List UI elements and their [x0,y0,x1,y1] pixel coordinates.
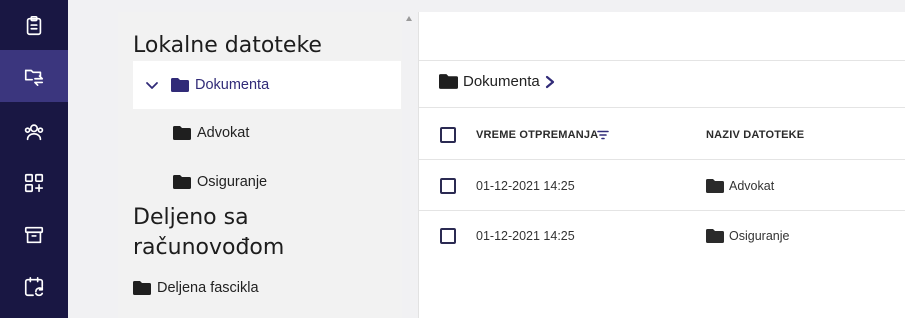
local-files-heading: Lokalne datoteke [133,33,322,58]
row-date: 01-12-2021 14:25 [476,229,575,243]
nav-item-archive[interactable] [0,209,68,261]
file-transfer-icon [24,69,44,86]
shared-heading-line1: Deljeno sa [133,205,249,230]
select-all-checkbox[interactable] [440,127,456,143]
tree-item-label: Dokumenta [195,77,270,93]
table-row[interactable]: 01-12-2021 14:25 Advokat [419,161,905,211]
nav-rail [0,0,68,318]
row-date: 01-12-2021 14:25 [476,179,575,193]
row-checkbox[interactable] [440,228,456,244]
tree-item-label: Osiguranje [197,174,268,190]
chevron-down-icon[interactable] [145,78,159,92]
chevron-right-icon [545,75,554,88]
row-name-label: Osiguranje [729,229,790,243]
column-header-name[interactable]: NAZIV DATOTEKE [706,129,804,141]
tree-item-label: Advokat [197,125,250,141]
breadcrumb-item[interactable]: Dokumenta [463,73,540,90]
tree-item-osiguranje[interactable]: Osiguranje [133,158,401,206]
breadcrumb: Dokumenta [439,73,555,90]
nav-item-file-transfer[interactable] [0,50,68,102]
file-list-panel: Dokumenta VREME OTPREMANJA NAZIV DATOTEK… [418,12,905,318]
tree-item-dokumenta[interactable]: Dokumenta [133,61,401,109]
clipboard-icon [26,16,42,36]
sort-icon[interactable] [597,130,609,140]
folder-tree-panel: Lokalne datoteke Dokumenta Advokat Osigu… [118,12,402,318]
column-header-date[interactable]: VREME OTPREMANJA [476,129,598,141]
shared-heading-line2: računovođom [133,235,285,260]
table-header-row: VREME OTPREMANJA NAZIV DATOTEKE [419,110,905,160]
users-icon [24,124,44,141]
folder-icon [706,179,724,193]
folder-icon [133,281,151,295]
nav-item-clipboard[interactable] [0,0,68,52]
folder-icon [173,126,191,140]
row-name[interactable]: Osiguranje [706,229,789,243]
folder-icon [171,78,189,92]
divider [419,107,905,108]
nav-item-calendar-sync[interactable] [0,261,68,313]
archive-icon [24,226,44,244]
scroll-up-arrow-icon[interactable] [406,16,412,21]
tree-scrollbar[interactable] [403,12,415,318]
tree-item-label: Deljena fascikla [157,280,259,296]
tree-item-advokat[interactable]: Advokat [133,109,401,157]
row-name[interactable]: Advokat [706,179,774,193]
divider [419,159,905,160]
folder-icon [706,229,724,243]
add-apps-icon [24,173,44,193]
folder-icon [173,175,191,189]
tree-item-deljena-fascikla[interactable]: Deljena fascikla [133,264,401,312]
row-name-label: Advokat [729,179,775,193]
toolbar-area [419,12,905,61]
nav-item-add-apps[interactable] [0,157,68,209]
folder-icon [439,74,458,89]
calendar-sync-icon [24,277,44,297]
table-row[interactable]: 01-12-2021 14:25 Osiguranje [419,211,905,261]
nav-item-users[interactable] [0,106,68,158]
row-checkbox[interactable] [440,178,456,194]
